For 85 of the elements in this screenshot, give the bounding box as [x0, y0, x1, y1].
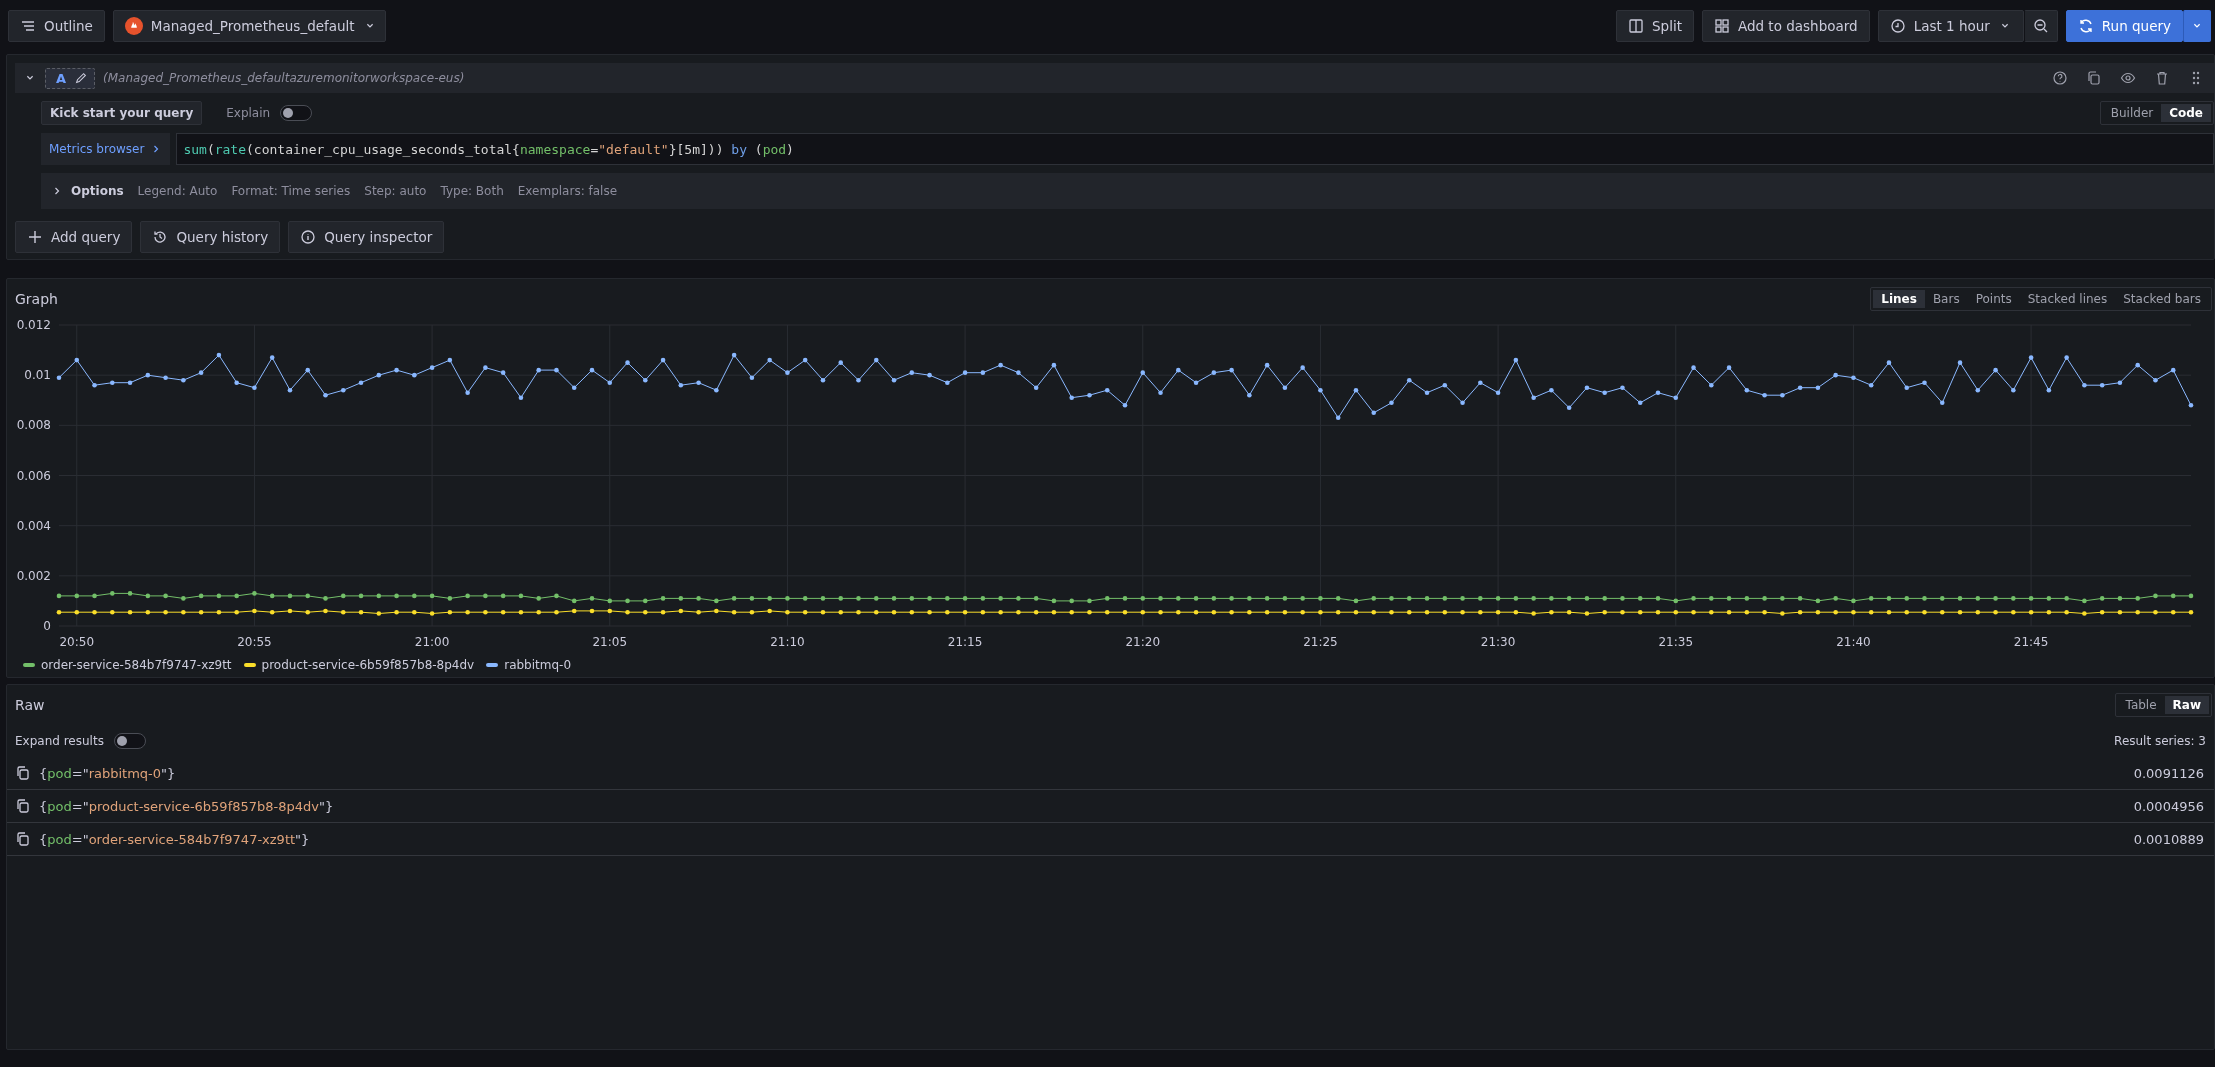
view-option[interactable]: Raw [2164, 696, 2209, 714]
copy-icon[interactable] [15, 831, 31, 847]
graph-style-option[interactable]: Bars [1924, 290, 1968, 308]
y-axis-label: 0.006 [16, 468, 51, 483]
option-summary: Step: auto [364, 184, 427, 198]
x-axis-label: 21:45 [2013, 635, 2049, 649]
query-action-button[interactable]: Add query [15, 221, 133, 253]
y-axis-label: 0.01 [24, 368, 51, 383]
list-icon [20, 18, 36, 34]
copy-icon[interactable] [2086, 70, 2102, 86]
x-axis-label: 21:10 [770, 635, 805, 649]
x-axis-label: 21:30 [1480, 635, 1516, 649]
eye-icon[interactable] [2120, 70, 2136, 86]
info-icon [300, 229, 317, 245]
y-axis-label: 0.002 [16, 568, 51, 583]
editor-mode-option[interactable]: Code [2161, 104, 2211, 122]
legend-label[interactable]: rabbitmq-0 [504, 658, 572, 672]
copy-icon[interactable] [15, 765, 31, 781]
x-axis-label: 21:20 [1125, 635, 1161, 649]
panel-title: Raw [15, 697, 45, 713]
series-value: 0.0091126 [2133, 765, 2204, 781]
series-label: {pod="order-service-584b7f9747-xz9tt"} [39, 831, 310, 847]
query-ref: A [56, 70, 67, 86]
grid-icon [1713, 18, 1730, 34]
series-label: {pod="rabbitmq-0"} [39, 765, 176, 781]
expand-results-label: Expand results [15, 734, 104, 748]
option-summary: Type: Both [440, 184, 504, 198]
pencil-icon [74, 71, 89, 85]
graph-style-option[interactable]: Lines [1873, 290, 1925, 308]
x-axis-label: 21:05 [592, 635, 628, 649]
query-action-button[interactable]: Query history [140, 221, 281, 253]
kick-start-button[interactable]: Kick start your query [41, 101, 203, 125]
legend-label[interactable]: product-service-6b59f857b8-8p4dv [261, 658, 475, 672]
graph-style-option[interactable]: Points [1967, 290, 2020, 308]
y-axis-label: 0.004 [16, 518, 51, 533]
run-query-button[interactable]: Run query [2065, 10, 2183, 42]
copy-icon[interactable] [15, 798, 31, 814]
refresh-icon [2077, 18, 2094, 34]
query-editor[interactable]: sum(rate(container_cpu_usage_seconds_total{namespace="default"}[5m])) by (pod) [176, 133, 2214, 165]
y-axis-label: 0 [43, 619, 51, 633]
trash-icon[interactable] [2154, 70, 2170, 86]
query-action-button[interactable]: Query inspector [288, 221, 445, 253]
clock-icon [1889, 18, 1906, 34]
x-axis-label: 21:00 [414, 635, 450, 649]
x-axis-label: 20:55 [237, 635, 272, 649]
zoom-out-icon [2032, 18, 2049, 34]
y-axis-label: 0.012 [16, 318, 51, 332]
columns-icon [1628, 18, 1644, 34]
editor-mode-option[interactable]: Builder [2102, 104, 2162, 122]
x-axis-label: 21:40 [1836, 635, 1871, 649]
zoom-out-button[interactable] [2023, 10, 2058, 42]
expand-results-toggle[interactable] [113, 733, 146, 749]
graph-style-option[interactable]: Stacked bars [2115, 290, 2209, 308]
metrics-browser-button[interactable]: Metrics browser [41, 133, 171, 165]
result-count: Result series: 3 [2114, 734, 2206, 748]
series-value: 0.0010889 [2133, 831, 2204, 847]
x-axis-label: 20:50 [59, 635, 95, 649]
x-axis-label: 21:35 [1658, 635, 1694, 649]
options-bar[interactable]: Options Legend: Auto Format: Time series Step: auto Type: Both Exemplars: false [41, 173, 2214, 209]
explain-toggle[interactable] [280, 105, 313, 121]
graph-style-option[interactable]: Stacked lines [2019, 290, 2116, 308]
datasource-picker[interactable]: Managed_Prometheus_default [112, 10, 386, 42]
option-summary: Legend: Auto [137, 184, 218, 198]
option-summary: Format: Time series [231, 184, 351, 198]
outline-button[interactable]: Outline [8, 10, 105, 42]
time-range-picker[interactable]: Last 1 hour [1877, 10, 2024, 42]
history-icon [152, 229, 169, 245]
option-summary: Exemplars: false [517, 184, 618, 198]
x-axis-label: 21:15 [947, 635, 983, 649]
datasource-name: (Managed_Prometheus_defaultazuremonitorworkspace-eus) [103, 71, 465, 85]
view-option[interactable]: Table [2117, 696, 2165, 714]
query-name-tag[interactable]: A [45, 67, 96, 89]
split-button[interactable]: Split [1616, 10, 1694, 42]
explain-label: Explain [226, 106, 271, 120]
legend-label[interactable]: order-service-584b7f9747-xz9tt [41, 658, 232, 672]
help-icon[interactable] [2052, 70, 2068, 86]
flame-logo-icon [124, 17, 143, 35]
add-to-dashboard-button[interactable]: Add to dashboard [1701, 10, 1870, 42]
x-axis-label: 21:25 [1303, 635, 1338, 649]
plus-icon [27, 229, 43, 245]
y-axis-label: 0.008 [16, 418, 51, 433]
series-label: {pod="product-service-6b59f857b8-8p4dv"} [39, 798, 334, 814]
options-label: Options [71, 184, 124, 198]
series-value: 0.0004956 [2133, 798, 2204, 814]
panel-title: Graph [15, 291, 58, 307]
